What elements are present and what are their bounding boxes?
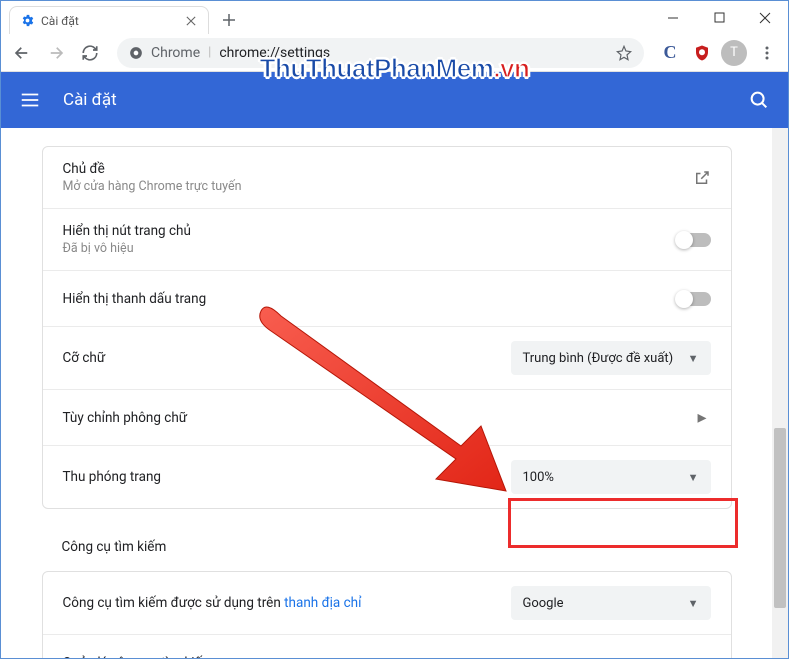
bookmark-star-icon[interactable] — [616, 45, 632, 61]
search-icon[interactable] — [748, 89, 770, 111]
reload-button[interactable] — [75, 38, 105, 68]
page-zoom-label: Thu phóng trang — [63, 469, 511, 485]
page-zoom-row: Thu phóng trang 100% ▼ — [43, 445, 731, 508]
avatar-letter: T — [730, 45, 738, 60]
search-engine-label: Công cụ tìm kiếm được sử dụng trên thanh… — [63, 595, 511, 611]
url-scheme: Chrome — [151, 45, 200, 61]
caret-down-icon: ▼ — [688, 471, 699, 484]
customize-fonts-row[interactable]: Tùy chỉnh phông chữ ▸ — [43, 389, 731, 445]
back-button[interactable] — [7, 38, 37, 68]
chevron-right-icon: ▸ — [697, 652, 710, 658]
home-button-sub: Đã bị vô hiệu — [63, 241, 677, 256]
window-titlebar: Cài đặt — [1, 1, 788, 34]
page-title: Cài đặt — [63, 90, 748, 110]
bookmarks-bar-row: Hiển thị thanh dấu trang — [43, 270, 731, 326]
close-window-button[interactable] — [742, 1, 788, 34]
address-bar[interactable]: Chrome | chrome://settings — [117, 38, 644, 68]
caret-down-icon: ▼ — [688, 597, 699, 610]
maximize-button[interactable] — [696, 1, 742, 34]
home-button-row: Hiển thị nút trang chủ Đã bị vô hiệu — [43, 208, 731, 270]
font-size-value: Trung bình (Được đề xuất) — [523, 351, 688, 366]
browser-toolbar: Chrome | chrome://settings C T — [1, 34, 788, 72]
menu-button[interactable] — [752, 38, 782, 68]
font-size-label: Cỡ chữ — [63, 350, 511, 366]
customize-fonts-label: Tùy chỉnh phông chữ — [63, 410, 698, 426]
home-button-toggle[interactable] — [677, 233, 711, 247]
manage-search-engines-row[interactable]: Quản lý công cụ tìm kiếm ▸ — [43, 634, 731, 658]
extension-c-icon[interactable]: C — [656, 39, 684, 67]
home-button-title: Hiển thị nút trang chủ — [63, 223, 677, 239]
minimize-button[interactable] — [650, 1, 696, 34]
window-controls — [650, 1, 788, 34]
bookmarks-bar-label: Hiển thị thanh dấu trang — [63, 291, 677, 307]
search-engine-row: Công cụ tìm kiếm được sử dụng trên thanh… — [43, 572, 731, 634]
menu-icon[interactable] — [19, 89, 41, 111]
manage-search-label: Quản lý công cụ tìm kiếm — [63, 655, 698, 659]
search-engine-value: Google — [523, 596, 688, 611]
font-size-row: Cỡ chữ Trung bình (Được đề xuất) ▼ — [43, 326, 731, 389]
profile-avatar[interactable]: T — [720, 39, 748, 67]
chrome-badge-icon — [129, 46, 143, 60]
scrollbar[interactable] — [772, 128, 788, 658]
caret-down-icon: ▼ — [688, 352, 699, 365]
browser-tab-settings[interactable]: Cài đặt — [9, 6, 209, 34]
appearance-card: Chủ đề Mở cửa hàng Chrome trực tuyến Hiể… — [42, 146, 732, 509]
page-zoom-value: 100% — [523, 470, 688, 485]
gear-icon — [20, 13, 35, 28]
url-path: chrome://settings — [219, 45, 330, 61]
chevron-right-icon: ▸ — [697, 407, 710, 428]
theme-sub: Mở cửa hàng Chrome trực tuyến — [63, 179, 693, 194]
search-card: Công cụ tìm kiếm được sử dụng trên thanh… — [42, 571, 732, 658]
scrollbar-thumb[interactable] — [774, 428, 786, 608]
settings-header: Cài đặt — [1, 72, 788, 128]
bookmarks-bar-toggle[interactable] — [677, 292, 711, 306]
new-tab-button[interactable] — [215, 6, 243, 34]
url-separator: | — [208, 45, 211, 60]
font-size-select[interactable]: Trung bình (Được đề xuất) ▼ — [511, 341, 711, 375]
page-zoom-select[interactable]: 100% ▼ — [511, 460, 711, 494]
extension-shield-icon[interactable] — [688, 39, 716, 67]
search-engine-select[interactable]: Google ▼ — [511, 586, 711, 620]
address-bar-link[interactable]: thanh địa chỉ — [284, 595, 361, 611]
settings-content: Chủ đề Mở cửa hàng Chrome trực tuyến Hiể… — [1, 128, 772, 658]
tab-title: Cài đặt — [41, 14, 178, 28]
close-icon[interactable] — [184, 14, 198, 28]
external-link-icon — [693, 169, 711, 187]
theme-title: Chủ đề — [63, 161, 693, 177]
tab-strip: Cài đặt — [1, 1, 650, 34]
theme-row[interactable]: Chủ đề Mở cửa hàng Chrome trực tuyến — [43, 147, 731, 208]
search-section-header: Công cụ tìm kiếm — [42, 533, 732, 561]
forward-button[interactable] — [41, 38, 71, 68]
